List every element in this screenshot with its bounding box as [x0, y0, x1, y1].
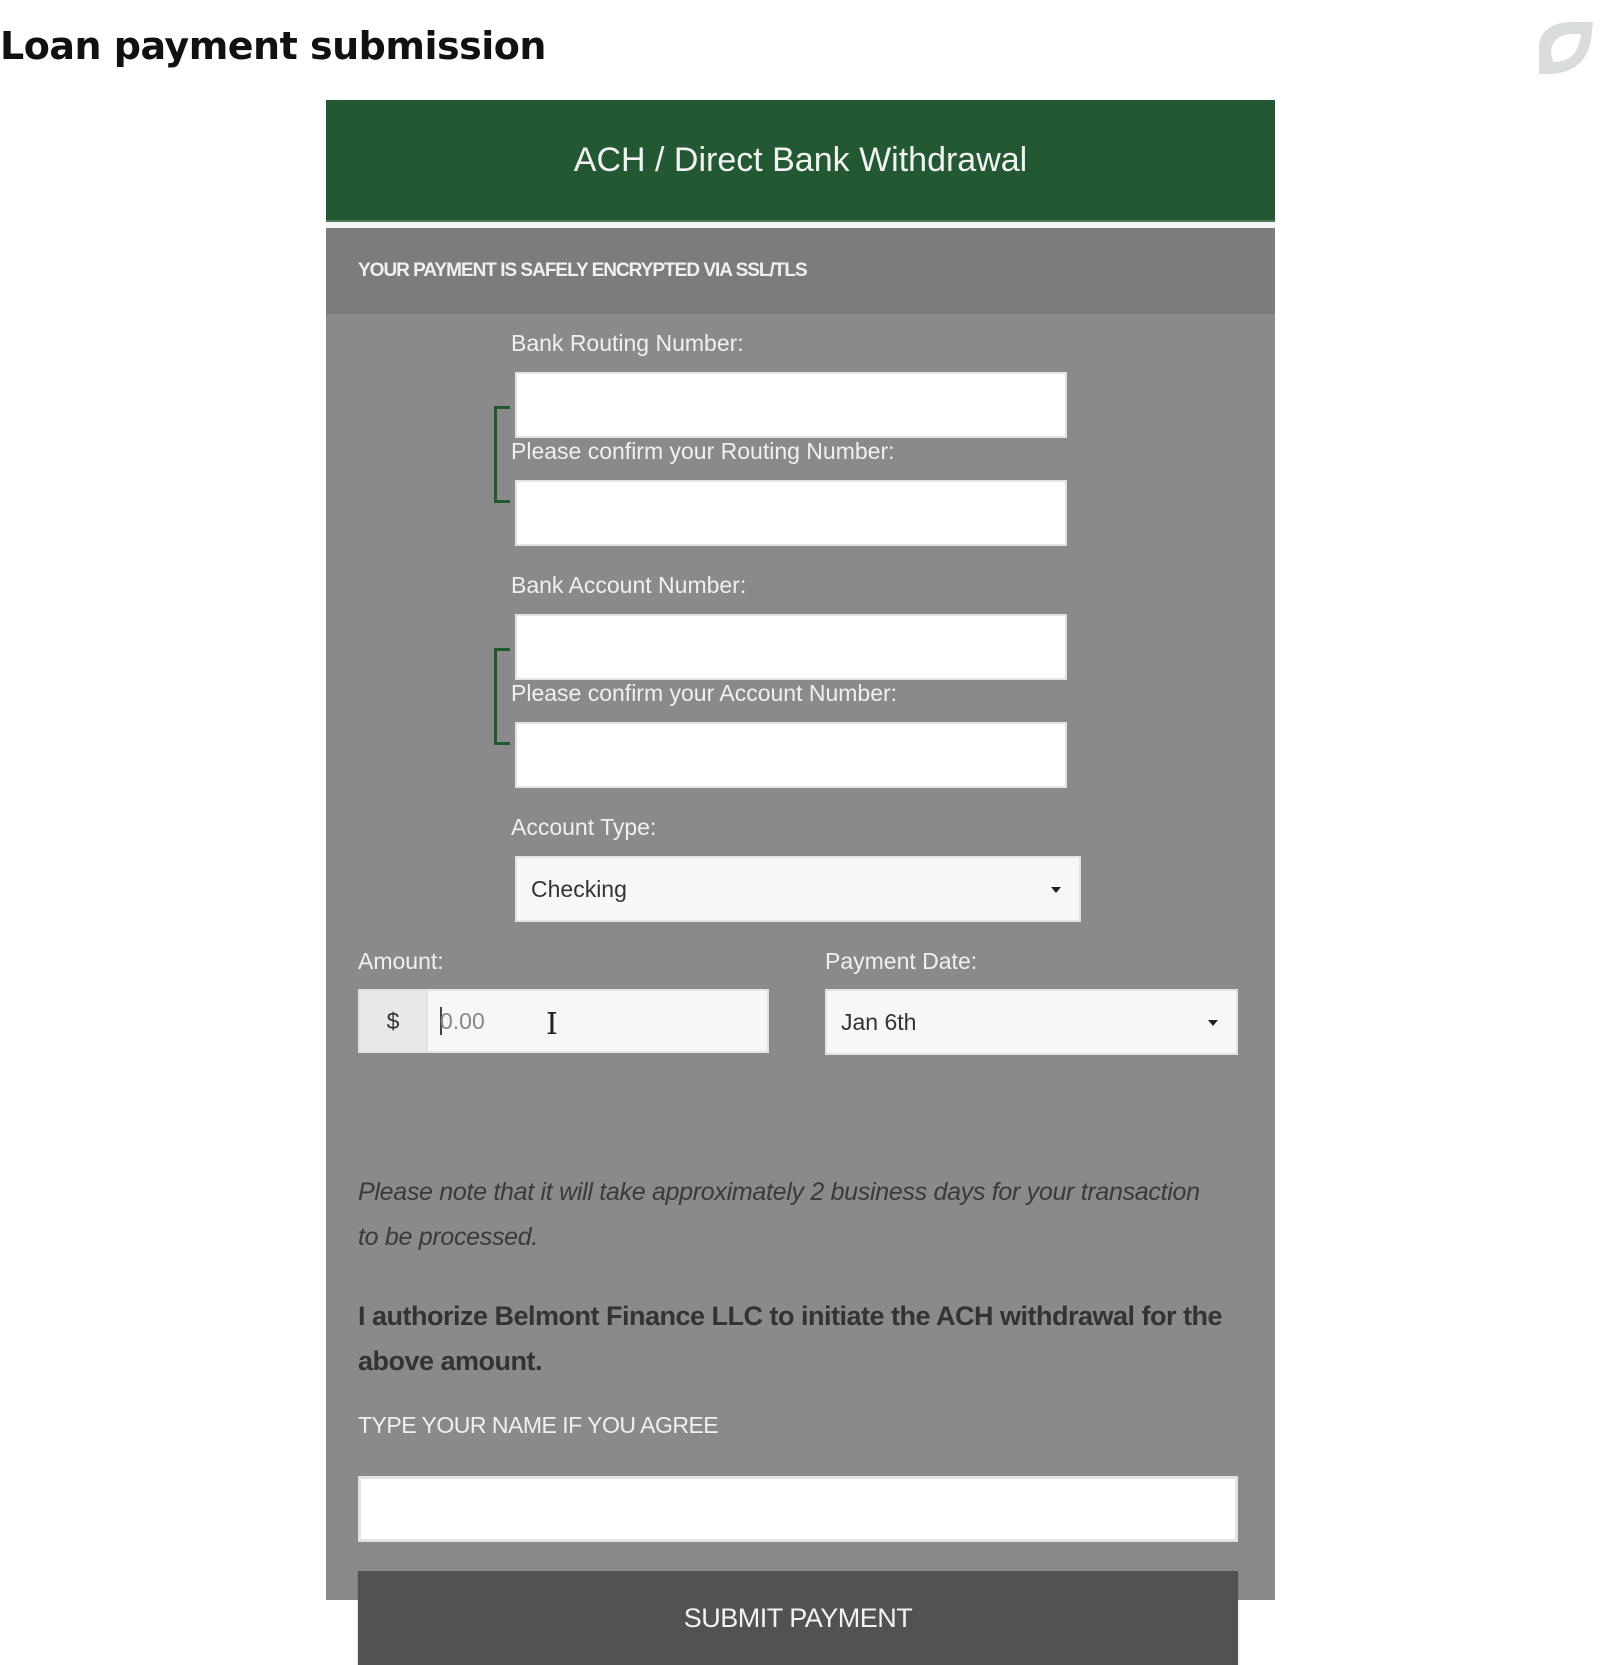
submit-payment-button[interactable]: SUBMIT PAYMENT	[358, 1571, 1238, 1665]
form-header: ACH / Direct Bank Withdrawal	[326, 100, 1275, 220]
secure-banner: YOUR PAYMENT IS SAFELY ENCRYPTED VIA SSL…	[326, 228, 1275, 314]
routing-match-bracket	[494, 406, 510, 503]
amount-input[interactable]: 0.00 I	[428, 989, 769, 1053]
amount-placeholder: 0.00	[440, 1007, 485, 1034]
payment-date-label: Payment Date:	[825, 948, 978, 974]
account-type-value: Checking	[531, 875, 627, 902]
confirm-routing-number-label: Please confirm your Routing Number:	[511, 438, 895, 464]
ibeam-cursor-icon: I	[546, 1007, 558, 1042]
currency-prefix: $	[358, 989, 428, 1053]
amount-field: $ 0.00 I	[358, 989, 769, 1053]
chevron-down-icon	[1208, 1020, 1218, 1026]
ach-payment-form: ACH / Direct Bank Withdrawal YOUR PAYMEN…	[326, 100, 1275, 1665]
amount-label: Amount:	[358, 948, 444, 974]
routing-number-input[interactable]	[515, 372, 1067, 438]
header-divider	[326, 220, 1275, 228]
form-header-title: ACH / Direct Bank Withdrawal	[573, 140, 1028, 179]
confirm-account-number-label: Please confirm your Account Number:	[511, 680, 898, 706]
leaf-logo-icon	[1539, 22, 1593, 74]
confirm-routing-number-input[interactable]	[515, 480, 1067, 546]
page-title: Loan payment submission	[0, 24, 546, 68]
account-number-label: Bank Account Number:	[511, 572, 747, 598]
processing-note: Please note that it will take approximat…	[358, 1178, 1200, 1251]
signature-name-input[interactable]	[358, 1476, 1238, 1542]
chevron-down-icon	[1051, 887, 1061, 893]
payment-date-value: Jan 6th	[841, 1008, 917, 1035]
confirm-account-number-input[interactable]	[515, 722, 1067, 788]
routing-number-label: Bank Routing Number:	[511, 330, 744, 356]
account-type-label: Account Type:	[511, 814, 657, 840]
account-match-bracket	[494, 648, 510, 745]
payment-date-select[interactable]: Jan 6th	[825, 989, 1238, 1055]
account-number-input[interactable]	[515, 614, 1067, 680]
account-type-select[interactable]: Checking	[515, 856, 1081, 922]
agree-name-label: TYPE YOUR NAME IF YOU AGREE	[358, 1412, 719, 1438]
authorization-text: I authorize Belmont Finance LLC to initi…	[358, 1301, 1223, 1376]
